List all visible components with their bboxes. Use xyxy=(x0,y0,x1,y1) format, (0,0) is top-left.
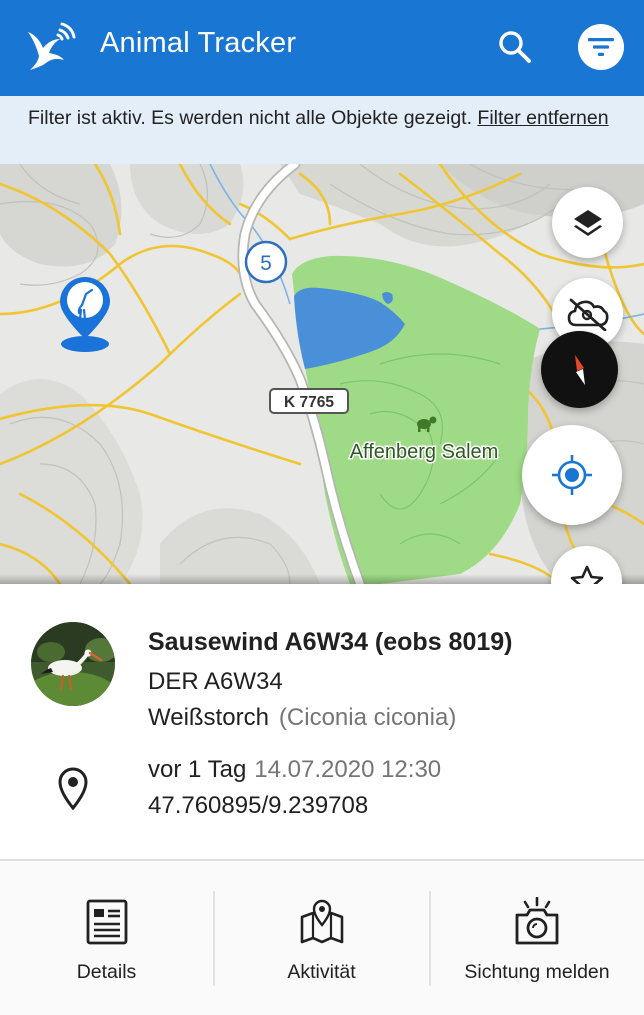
map-bottom-shadow xyxy=(0,574,644,584)
road-label: K 7765 xyxy=(284,394,334,411)
cloud-off-icon xyxy=(567,298,608,331)
last-seen-line: vor 1 Tag 14.07.2020 12:30 xyxy=(148,756,441,784)
my-location-icon xyxy=(552,455,592,495)
route-number: 5 xyxy=(260,252,272,275)
species-latin-name: (Ciconia ciconia) xyxy=(278,704,457,731)
location-pin-icon xyxy=(52,764,94,812)
remove-filter-link[interactable]: Filter entfernen xyxy=(477,107,608,129)
coordinates: 47.760895/9.239708 xyxy=(148,792,369,819)
details-document-icon xyxy=(86,897,128,947)
layers-icon xyxy=(573,209,602,236)
last-seen-timestamp: 14.07.2020 12:30 xyxy=(254,756,442,783)
compass-button[interactable] xyxy=(541,331,618,408)
filter-active-banner: Filter ist aktiv. Es werden nicht alle O… xyxy=(0,96,644,164)
animal-info-panel[interactable]: Sausewind A6W34 (eobs 8019) DER A6W34 We… xyxy=(0,584,644,860)
details-label: Details xyxy=(76,961,137,983)
search-icon xyxy=(499,31,531,63)
filter-banner-text: Filter ist aktiv. Es werden nicht alle O… xyxy=(28,107,478,129)
bird-signal-logo-icon xyxy=(24,22,80,72)
search-button[interactable] xyxy=(490,22,540,72)
animal-location-marker[interactable] xyxy=(60,277,110,352)
camera-icon xyxy=(514,897,560,947)
species-common-name: Weißstorch xyxy=(148,704,269,731)
animal-tag-id: DER A6W34 xyxy=(148,668,283,695)
details-button[interactable]: Details xyxy=(0,861,213,1015)
action-bar: Details Aktivität Sichtung melden xyxy=(0,861,644,1015)
activity-label: Aktivität xyxy=(287,961,356,983)
compass-icon xyxy=(574,354,585,385)
app-bar: Animal Tracker xyxy=(0,0,644,96)
species-line: Weißstorch (Ciconia ciconia) xyxy=(148,704,456,732)
last-seen-relative: vor 1 Tag xyxy=(148,756,247,783)
animal-avatar[interactable] xyxy=(31,622,115,706)
report-sighting-button[interactable]: Sichtung melden xyxy=(430,861,644,1015)
layers-button[interactable] xyxy=(552,187,623,258)
filter-button[interactable] xyxy=(578,24,624,70)
activity-button[interactable]: Aktivität xyxy=(214,861,429,1015)
report-sighting-label: Sichtung melden xyxy=(464,961,610,983)
animal-name: Sausewind A6W34 (eobs 8019) xyxy=(148,628,513,656)
map-route-icon xyxy=(299,897,345,947)
place-label: Affenberg Salem xyxy=(350,441,499,463)
filter-icon xyxy=(588,38,614,56)
app-title: Animal Tracker xyxy=(100,27,297,59)
my-location-button[interactable] xyxy=(522,425,622,525)
